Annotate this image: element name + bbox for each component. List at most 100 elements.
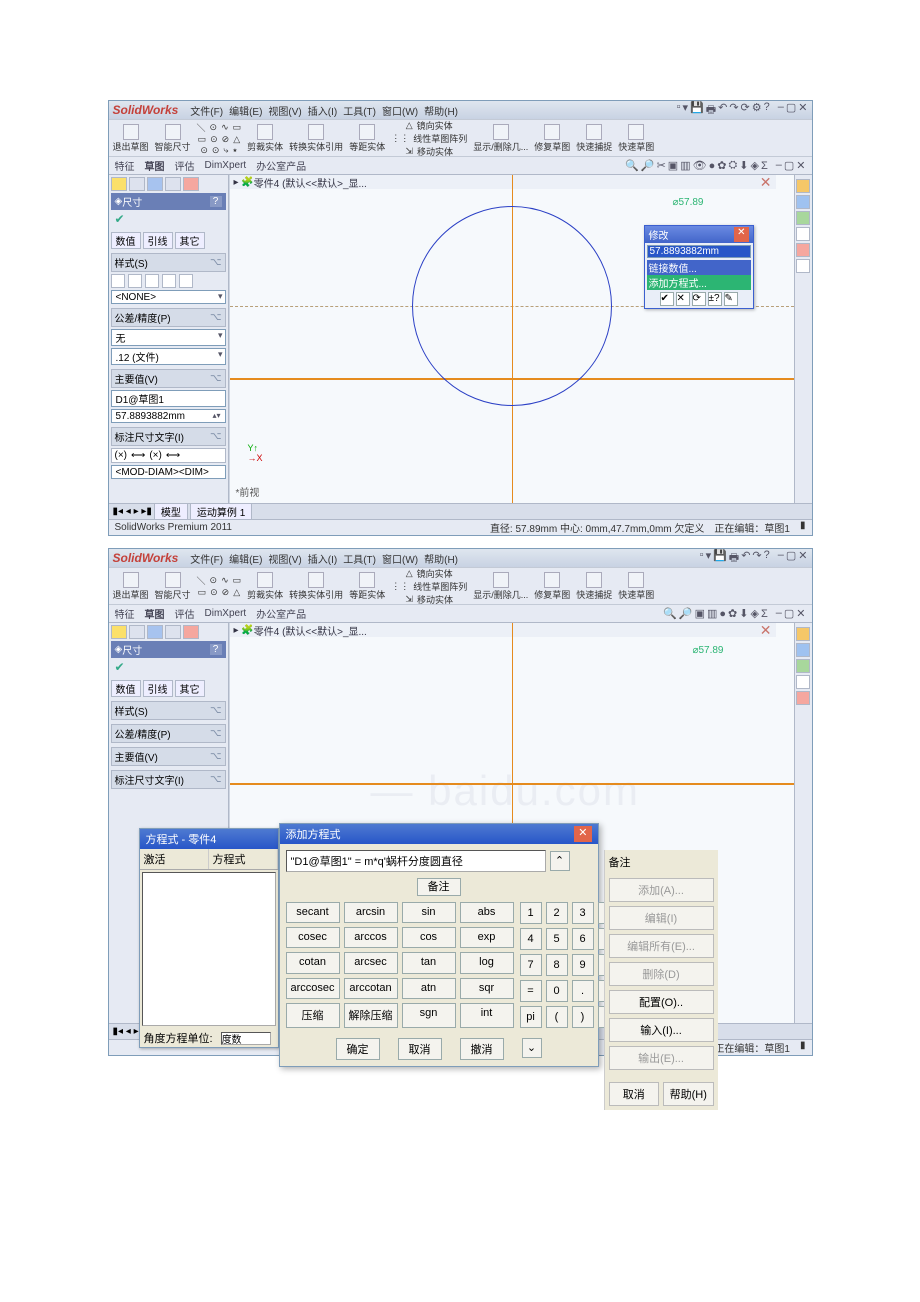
- pm-tab-dimxpert[interactable]: [165, 625, 181, 639]
- eq-ok-button[interactable]: 确定: [336, 1038, 380, 1060]
- style-select[interactable]: <NONE>: [111, 290, 226, 304]
- eq-dialog-close-icon[interactable]: ✕: [574, 826, 591, 842]
- trim-button[interactable]: 剪裁实体: [247, 572, 283, 601]
- exit-sketch-button[interactable]: 退出草图: [113, 572, 149, 601]
- tab-office[interactable]: 办公室产品: [256, 158, 306, 173]
- tp-design-lib-icon[interactable]: [796, 195, 810, 209]
- modify-link-value[interactable]: 链接数值...: [647, 260, 751, 275]
- section-text[interactable]: 标注尺寸文字(I)⌥: [111, 770, 226, 789]
- eq-input-field[interactable]: "D1@草图1" = m*q'蜗杆分度圆直径: [286, 850, 546, 872]
- modify-value-field[interactable]: 57.8893882mm: [647, 245, 751, 258]
- exit-sketch-button[interactable]: 退出草图: [113, 124, 149, 153]
- eq-fn-cos[interactable]: cos: [402, 927, 456, 948]
- view-cube-icon[interactable]: ◈: [750, 159, 758, 172]
- smart-dim-button[interactable]: 智能尺寸: [155, 572, 191, 601]
- eq-key-7[interactable]: 7: [520, 954, 542, 976]
- subtab-leader[interactable]: 引线: [143, 680, 173, 697]
- tab-office[interactable]: 办公室产品: [256, 606, 306, 621]
- offset-button[interactable]: 等距实体: [349, 124, 385, 153]
- normal-to-icon[interactable]: ⬇: [739, 159, 748, 172]
- menu-window[interactable]: 窗口(W): [382, 551, 418, 566]
- eq-edit-all-button[interactable]: 编辑所有(E)...: [609, 934, 714, 958]
- pm-ok-icon[interactable]: ✔: [111, 210, 226, 228]
- pm-tab-display[interactable]: [183, 625, 199, 639]
- section-style[interactable]: 样式(S)⌥: [111, 253, 226, 272]
- maximize-icon[interactable]: ▢: [786, 549, 796, 568]
- eq-key-=[interactable]: =: [520, 980, 542, 1002]
- menu-file[interactable]: 文件(F): [190, 551, 223, 566]
- eq-key-1[interactable]: 1: [520, 902, 542, 924]
- open-icon[interactable]: ▾: [706, 549, 712, 568]
- status-unit-icon[interactable]: ▮: [800, 520, 806, 535]
- section-icon[interactable]: ▣: [668, 159, 678, 172]
- modify-rebuild-icon[interactable]: ⟳: [692, 292, 706, 306]
- close-sketch-icon[interactable]: ✕: [760, 175, 772, 191]
- menu-edit[interactable]: 编辑(E): [229, 551, 262, 566]
- new-icon[interactable]: ▫: [700, 549, 704, 568]
- tab-sketch[interactable]: 草图: [145, 606, 165, 621]
- tp-file-explorer-icon[interactable]: [796, 659, 810, 673]
- section-tolerance[interactable]: 公差/精度(P)⌥: [111, 308, 226, 327]
- eq-key-0[interactable]: 0: [546, 980, 568, 1002]
- eq-side-cancel-button[interactable]: 取消: [609, 1082, 660, 1106]
- status-unit-icon[interactable]: ▮: [800, 1040, 806, 1055]
- tab-sketch[interactable]: 草图: [145, 158, 165, 173]
- eq-fn-cosec[interactable]: cosec: [286, 927, 340, 948]
- pm-tab-dimxpert[interactable]: [165, 177, 181, 191]
- doc-min-icon[interactable]: –: [776, 607, 782, 620]
- eq-delete-button[interactable]: 删除(D): [609, 962, 714, 986]
- tp-design-lib-icon[interactable]: [796, 643, 810, 657]
- eq-fn-解除压缩[interactable]: 解除压缩: [344, 1003, 398, 1028]
- tab-feature[interactable]: 特征: [115, 606, 135, 621]
- tab-eval[interactable]: 评估: [175, 158, 195, 173]
- pm-help-icon[interactable]: ?: [210, 196, 222, 207]
- options-icon[interactable]: ⚙: [752, 101, 762, 120]
- eq-fn-arcsec[interactable]: arcsec: [344, 952, 398, 973]
- new-icon[interactable]: ▫: [677, 101, 681, 120]
- eq-fn-cotan[interactable]: cotan: [286, 952, 340, 973]
- style-ico-4[interactable]: [162, 274, 176, 288]
- convert-button[interactable]: 转换实体引用: [289, 124, 343, 153]
- open-icon[interactable]: ▾: [682, 101, 688, 120]
- eq-collapse-icon[interactable]: ⌃: [550, 851, 570, 871]
- save-icon[interactable]: 💾: [690, 101, 704, 120]
- menu-insert[interactable]: 插入(I): [308, 551, 337, 566]
- help-icon[interactable]: ?: [764, 101, 770, 120]
- equation-icon[interactable]: Σ: [761, 608, 768, 620]
- scene-icon[interactable]: ✿: [717, 159, 726, 172]
- display-style-icon[interactable]: ▥: [707, 607, 717, 620]
- tab-model[interactable]: 模型: [154, 503, 188, 520]
- eq-cancel-button[interactable]: 取消: [398, 1038, 442, 1060]
- eq-key-6[interactable]: 6: [572, 928, 594, 950]
- tolerance-select[interactable]: 无: [111, 329, 226, 346]
- prev-view-icon[interactable]: ✂: [657, 159, 666, 172]
- offset-button[interactable]: 等距实体: [349, 572, 385, 601]
- appearance-icon[interactable]: ●: [709, 160, 716, 172]
- tab-dimxpert[interactable]: DimXpert: [205, 160, 247, 171]
- eq-key-5[interactable]: 5: [546, 928, 568, 950]
- pm-tab-pm[interactable]: [129, 177, 145, 191]
- menu-insert[interactable]: 插入(I): [308, 103, 337, 118]
- view-settings-icon[interactable]: ⛭: [728, 159, 737, 172]
- eq-fn-压缩[interactable]: 压缩: [286, 1003, 340, 1028]
- eq-unit-field[interactable]: [221, 1032, 271, 1045]
- doc-close-icon[interactable]: ✕: [796, 159, 805, 172]
- modify-spin-icon[interactable]: ✎: [724, 292, 738, 306]
- section-icon[interactable]: ▣: [695, 607, 705, 620]
- tp-file-explorer-icon[interactable]: [796, 211, 810, 225]
- eq-key-pi[interactable]: pi: [520, 1006, 542, 1028]
- normal-to-icon[interactable]: ⬇: [739, 607, 748, 620]
- subtab-other[interactable]: 其它: [175, 232, 205, 249]
- print-icon[interactable]: 🖶: [706, 101, 716, 120]
- doc-max-icon[interactable]: ▢: [784, 159, 794, 172]
- menu-file[interactable]: 文件(F): [190, 103, 223, 118]
- equation-icon[interactable]: Σ: [761, 160, 768, 172]
- tab-motion[interactable]: 运动算例 1: [190, 503, 252, 520]
- zoom-fit-icon[interactable]: 🔍: [625, 159, 639, 172]
- tp-view-palette-icon[interactable]: [796, 675, 810, 689]
- eq-fn-abs[interactable]: abs: [460, 902, 514, 923]
- pm-tab-config[interactable]: [147, 625, 163, 639]
- redo-icon[interactable]: ↷: [752, 549, 761, 568]
- tp-resources-icon[interactable]: [796, 627, 810, 641]
- tp-resources-icon[interactable]: [796, 179, 810, 193]
